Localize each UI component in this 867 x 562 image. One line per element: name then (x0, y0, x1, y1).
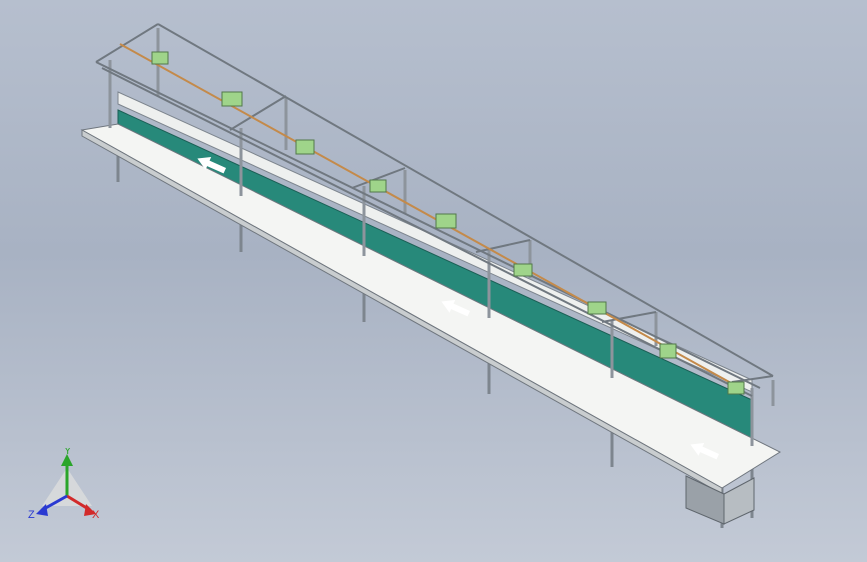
y-axis-label: Y (64, 448, 72, 457)
workbench-top (80, 123, 782, 489)
x-axis-label: X (92, 509, 100, 521)
z-axis-label: Z (28, 509, 35, 521)
axis-triad[interactable]: Y X Z (22, 448, 112, 528)
light-strip (119, 43, 741, 389)
workbench-edge (81, 129, 723, 495)
conveyor-model[interactable] (0, 0, 867, 562)
cad-viewport[interactable]: Y X Z (0, 0, 867, 562)
overhead-frame (95, 23, 774, 397)
